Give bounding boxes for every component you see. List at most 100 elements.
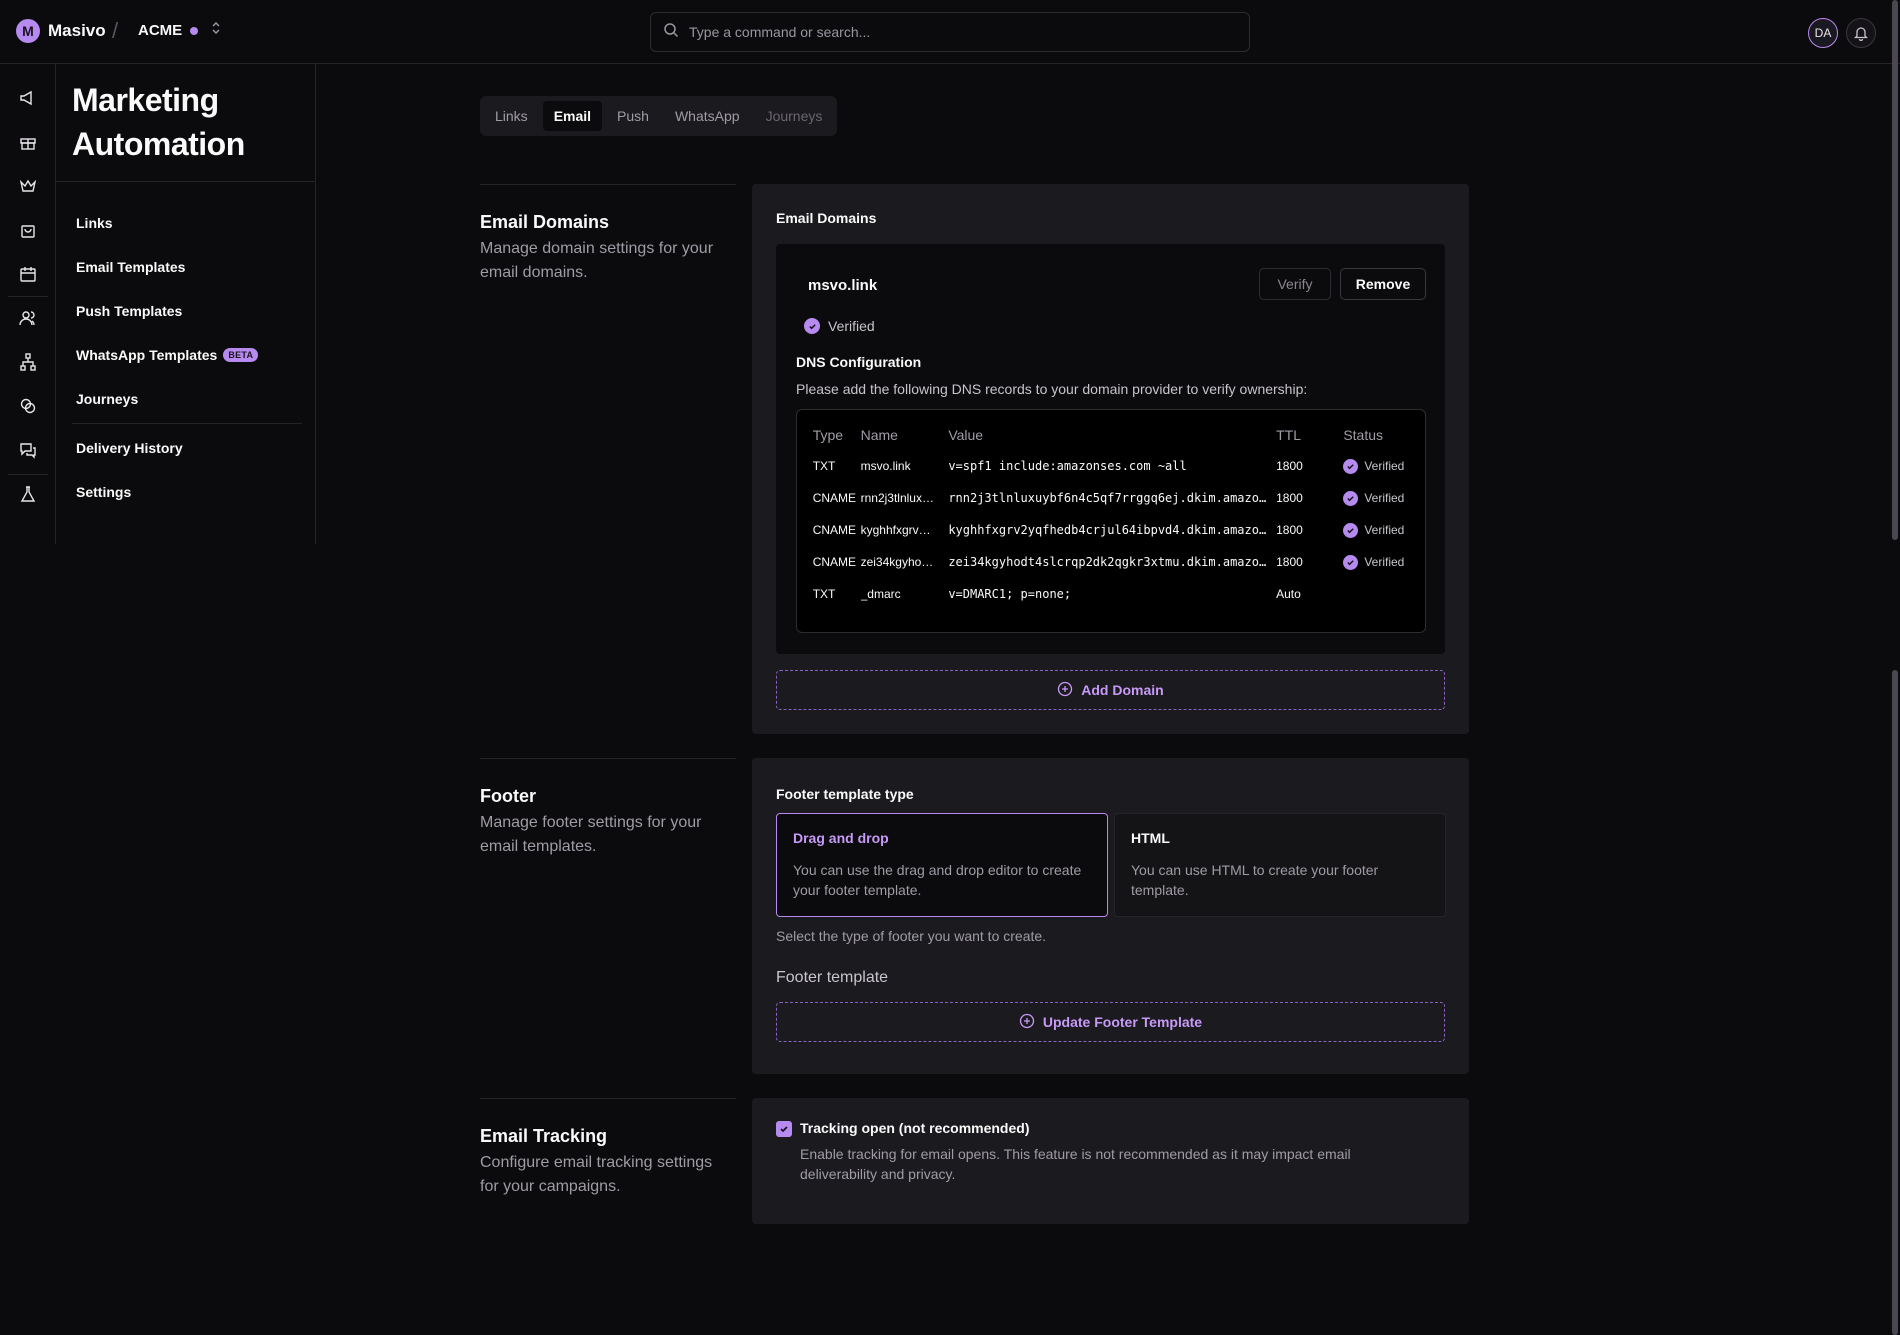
record-status: Verified [1343, 490, 1425, 506]
check-circle-icon [1343, 458, 1359, 474]
section-desc-email-domains: Manage domain settings for your email do… [480, 240, 714, 281]
domain-status: Verified [804, 318, 875, 334]
sidebar-scrollbar[interactable] [1892, 0, 1898, 540]
breadcrumb-separator: / [112, 18, 119, 43]
record-type: TXT [812, 459, 836, 473]
record-value[interactable]: v=spf1 include:amazonses.com ~all [948, 450, 1276, 482]
tracking-open-desc: Enable tracking for email opens. This fe… [800, 1146, 1351, 1182]
status-text: Verified [1364, 523, 1405, 537]
section-divider [480, 1098, 736, 1099]
check-circle-icon [1343, 554, 1359, 570]
plus-circle-icon [1057, 681, 1073, 700]
side-nav: Marketing Automation Links Email Templat… [56, 64, 316, 544]
column-header: Name [860, 427, 898, 443]
option-desc: You can use the drag and drop editor to … [793, 862, 1082, 898]
footer-type-label: Footer template type [776, 786, 914, 802]
crown-icon[interactable] [16, 174, 40, 198]
sidebar-item-links[interactable]: Links [76, 215, 113, 231]
table-row: TXT msvo.link v=spf1 include:amazonses.c… [797, 450, 1425, 482]
brand[interactable]: M Masivo [16, 19, 106, 43]
tab-whatsapp[interactable]: WhatsApp [664, 101, 751, 131]
update-footer-label: Update Footer Template [1042, 1014, 1203, 1030]
option-desc: You can use HTML to create your footer t… [1131, 862, 1379, 898]
record-name: kyghhfxgrv… [860, 523, 931, 537]
beta-badge: BETA [223, 348, 259, 362]
plus-circle-icon [1019, 1013, 1035, 1032]
record-value[interactable]: rnn2j3tlnluxuybf6n4c5qf7rrggq6ej.dkim.am… [948, 482, 1276, 514]
search-input[interactable] [689, 24, 1229, 40]
tab-push[interactable]: Push [606, 101, 660, 131]
table-row: TXT _dmarc v=DMARC1; p=none; Auto [797, 578, 1425, 610]
gift-icon[interactable] [16, 130, 40, 154]
record-value[interactable]: kyghhfxgrv2yqfhedb4crjul64ibpvd4.dkim.am… [948, 514, 1276, 546]
add-domain-button[interactable]: Add Domain [776, 670, 1445, 710]
domain-name: msvo.link [808, 277, 878, 294]
panel-label: Email Domains [776, 210, 877, 226]
divider [56, 181, 315, 182]
column-header: Value [948, 427, 984, 443]
footer-help-text: Select the type of footer you want to cr… [776, 928, 1047, 944]
divider [72, 423, 302, 424]
tab-links[interactable]: Links [484, 101, 539, 131]
option-title: HTML [1131, 830, 1170, 846]
record-ttl: 1800 [1276, 523, 1303, 537]
top-bar: M Masivo / ACME DA [0, 0, 1900, 64]
record-type: CNAME [812, 491, 857, 505]
tracking-open-label[interactable]: Tracking open (not recommended) [800, 1120, 1029, 1136]
record-value[interactable]: v=DMARC1; p=none; [948, 578, 1276, 610]
megaphone-icon[interactable] [16, 86, 40, 110]
option-title: Drag and drop [793, 830, 889, 846]
calendar-icon[interactable] [16, 262, 40, 286]
sidebar-item-email-templates[interactable]: Email Templates [76, 259, 185, 275]
footer-option-drag-drop[interactable]: Drag and drop You can use the drag and d… [776, 813, 1108, 917]
record-type: CNAME [812, 555, 857, 569]
record-status [1343, 578, 1425, 610]
dns-description: Please add the following DNS records to … [796, 381, 1308, 397]
update-footer-template-button[interactable]: Update Footer Template [776, 1002, 1445, 1042]
app-name: Masivo [48, 21, 106, 40]
dns-title: DNS Configuration [796, 354, 922, 370]
table-row: CNAME rnn2j3tlnlux… rnn2j3tlnluxuybf6n4c… [797, 482, 1425, 514]
org-switcher[interactable]: ACME [138, 22, 199, 39]
main-scrollbar[interactable] [1892, 670, 1898, 1335]
section-title-email-domains: Email Domains [480, 212, 610, 232]
section-divider [480, 758, 736, 759]
command-search[interactable] [650, 12, 1250, 52]
tab-email[interactable]: Email [542, 101, 603, 131]
status-text: Verified [1364, 491, 1405, 505]
chevron-up-down-icon[interactable] [210, 20, 222, 36]
tracking-open-checkbox[interactable] [776, 1121, 792, 1137]
section-title-footer: Footer [480, 786, 536, 806]
flask-icon[interactable] [16, 482, 40, 506]
shopping-bag-icon[interactable] [16, 218, 40, 242]
sidebar-item-whatsapp-templates[interactable]: WhatsApp Templates BETA [76, 347, 259, 363]
sidebar-item-journeys[interactable]: Journeys [76, 391, 138, 407]
record-status: Verified [1343, 522, 1425, 538]
section-divider [480, 184, 736, 185]
record-value[interactable]: zei34kgyhodt4slcrqp2dk2qgkr3xtmu.dkim.am… [948, 546, 1276, 578]
record-name: rnn2j3tlnlux… [860, 491, 934, 505]
record-ttl: 1800 [1276, 555, 1303, 569]
remove-button[interactable]: Remove [1340, 268, 1426, 300]
users-icon[interactable] [16, 306, 40, 330]
check-circle-icon [1343, 522, 1359, 538]
sidebar-item-settings[interactable]: Settings [76, 484, 131, 500]
hierarchy-icon[interactable] [16, 350, 40, 374]
section-desc-footer: Manage footer settings for your email te… [480, 814, 702, 855]
bell-icon[interactable] [1846, 18, 1876, 48]
record-status: Verified [1343, 554, 1425, 570]
record-ttl: 1800 [1276, 459, 1303, 473]
check-circle-icon [804, 318, 820, 334]
coins-icon[interactable] [16, 394, 40, 418]
verify-button[interactable]: Verify [1259, 268, 1331, 300]
icon-rail [0, 64, 56, 544]
sidebar-item-push-templates[interactable]: Push Templates [76, 303, 182, 319]
section-title-email-tracking: Email Tracking [480, 1126, 608, 1146]
domain-card: msvo.link Verify Remove Verified DNS Con… [776, 244, 1445, 654]
user-avatar[interactable]: DA [1808, 18, 1838, 48]
footer-panel: Footer template type Drag and drop You c… [752, 758, 1469, 1074]
table-header-row: Type Name Value TTL Status [797, 420, 1425, 450]
sidebar-item-delivery-history[interactable]: Delivery History [76, 440, 183, 456]
footer-option-html[interactable]: HTML You can use HTML to create your foo… [1114, 813, 1446, 917]
chat-icon[interactable] [16, 438, 40, 462]
